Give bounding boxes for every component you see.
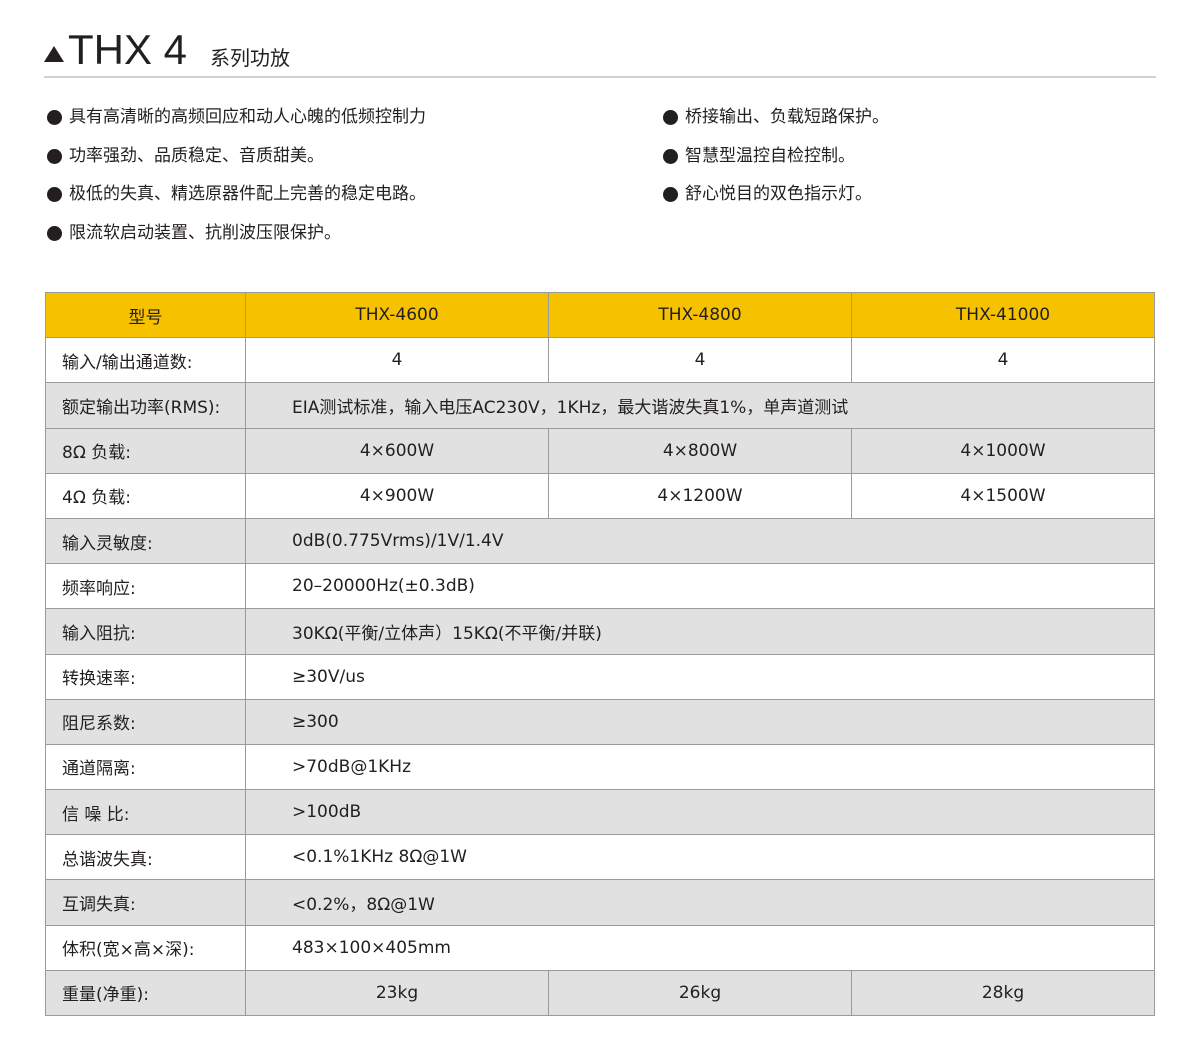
row-label: 输入灵敏度: [45,517,246,565]
row-label: 转换速率: [45,653,246,700]
cell-value: 30KΩ(平衡/立体声）15KΩ(不平衡/并联) [245,608,1155,655]
bullet-icon [47,225,62,241]
cell-value: 26kg [548,969,852,1017]
product-title: THX 4 [68,26,188,73]
cell-value: 4×1500W [851,472,1155,519]
table-row: 总谐波失真: <0.1%1KHz 8Ω@1W [45,834,1155,881]
cell-value: <0.1%1KHz 8Ω@1W [245,834,1155,881]
table-row: 输入阻抗: 30KΩ(平衡/立体声）15KΩ(不平衡/并联) [45,608,1155,655]
triangle-up-icon [44,46,64,62]
table-row: 信 噪 比: >100dB [45,789,1155,836]
table-row: 频率响应: 20–20000Hz(±0.3dB) [45,563,1155,610]
cell-value: 4×600W [245,427,549,474]
feature-item: 具有高清晰的高频回应和动人心魄的低频控制力 [47,98,426,137]
row-label: 频率响应: [45,563,246,610]
cell-value: ≥30V/us [245,653,1155,700]
header-label: 型号 [45,291,246,339]
header-model: THX-4600 [245,291,549,339]
row-label: 阻尼系数: [45,698,246,745]
row-label: 输入阻抗: [45,608,246,655]
bullet-icon [47,148,62,164]
table-row: 转换速率: ≥30V/us [45,653,1155,700]
cell-value: 4×900W [245,472,549,519]
row-label: 重量(净重): [45,969,246,1017]
cell-value: 4×1200W [548,472,852,519]
cell-value: 483×100×405mm [245,924,1155,971]
cell-value: ≥300 [245,698,1155,745]
product-subtitle: 系列功放 [210,46,290,70]
table-row: 体积(宽×高×深): 483×100×405mm [45,924,1155,971]
feature-item: 极低的失真、精选原器件配上完善的稳定电路。 [47,175,426,214]
bullet-icon [663,187,678,202]
table-header-row: 型号 THX-4600 THX-4800 THX-41000 [45,291,1155,339]
row-label: 信 噪 比: [45,789,246,836]
row-label: 通道隔离: [45,743,246,791]
feature-list-right: 桥接输出、负载短路保护。 智慧型温控自检控制。 舒心悦目的双色指示灯。 [663,98,889,214]
row-label: 总谐波失真: [45,834,246,881]
cell-value: 4 [245,337,549,384]
bullet-icon [663,148,678,164]
table-row: 输入/输出通道数: 4 4 4 [45,337,1155,384]
table-row: 重量(净重): 23kg 26kg 28kg [45,969,1155,1017]
row-label: 输入/输出通道数: [45,337,246,384]
cell-value: 4×1000W [851,427,1155,474]
table-row: 互调失真: <0.2%，8Ω@1W [45,879,1155,926]
feature-item: 限流软启动装置、抗削波压限保护。 [47,214,426,253]
table-row: 阻尼系数: ≥300 [45,698,1155,745]
row-label: 互调失真: [45,879,246,926]
feature-item: 功率强劲、品质稳定、音质甜美。 [47,137,426,176]
cell-value: >100dB [245,789,1155,836]
cell-value: 23kg [245,969,549,1017]
row-label: 8Ω 负载: [45,427,246,474]
table-row: 输入灵敏度: 0dB(0.775Vrms)/1V/1.4V [45,517,1155,565]
bullet-icon [47,110,62,125]
cell-value: 28kg [851,969,1155,1017]
page-header: THX 4 系列功放 [44,24,1156,78]
cell-value: 20–20000Hz(±0.3dB) [245,563,1155,610]
cell-value: >70dB@1KHz [245,743,1155,791]
bullet-icon [47,187,62,202]
table-row: 8Ω 负载: 4×600W 4×800W 4×1000W [45,427,1155,474]
header-model: THX-41000 [851,291,1155,339]
header-model: THX-4800 [548,291,852,339]
feature-list-left: 具有高清晰的高频回应和动人心魄的低频控制力 功率强劲、品质稳定、音质甜美。 极低… [47,98,426,252]
feature-item: 智慧型温控自检控制。 [663,137,889,176]
row-label: 体积(宽×高×深): [45,924,246,971]
row-label: 4Ω 负载: [45,472,246,519]
cell-value: 4 [851,337,1155,384]
table-row: 通道隔离: >70dB@1KHz [45,743,1155,791]
cell-value: EIA测试标准，输入电压AC230V，1KHz，最大谐波失真1%，单声道测试 [245,382,1155,429]
table-row: 额定输出功率(RMS): EIA测试标准，输入电压AC230V，1KHz，最大谐… [45,382,1155,429]
feature-item: 桥接输出、负载短路保护。 [663,98,889,137]
row-label: 额定输出功率(RMS): [45,382,246,429]
table-row: 4Ω 负载: 4×900W 4×1200W 4×1500W [45,472,1155,519]
cell-value: 4 [548,337,852,384]
cell-value: <0.2%，8Ω@1W [245,879,1155,926]
bullet-icon [663,110,678,125]
spec-table: 型号 THX-4600 THX-4800 THX-41000 输入/输出通道数:… [45,291,1155,1017]
cell-value: 4×800W [548,427,852,474]
feature-item: 舒心悦目的双色指示灯。 [663,175,889,214]
cell-value: 0dB(0.775Vrms)/1V/1.4V [245,517,1155,565]
